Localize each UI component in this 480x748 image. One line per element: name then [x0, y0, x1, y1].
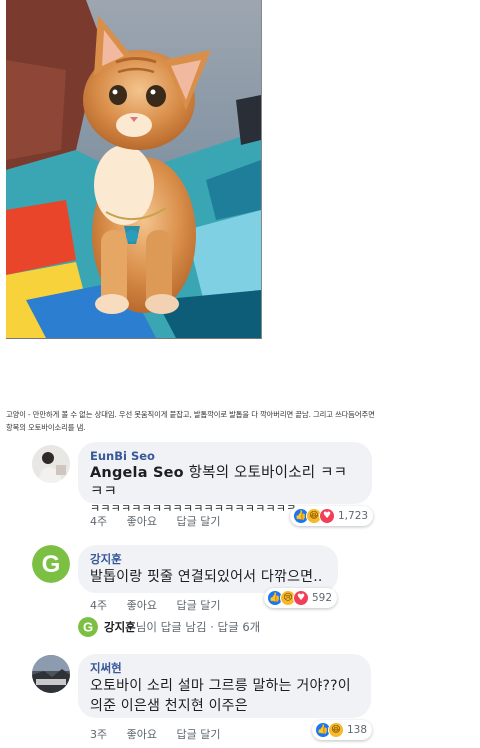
reaction-summary[interactable]: 👍 😆 ♥ 1,723: [290, 506, 374, 526]
comment-bubble: EunBi Seo Angela Seo 항복의 오토바이소리 ㅋㅋㅋㅋ ㅋㅋㅋ…: [78, 442, 372, 515]
comment-text: 오토바이 소리 설마 그르릉 말하는 거야??이: [90, 678, 351, 694]
reply-link[interactable]: 답글 달기: [177, 728, 221, 741]
comment-text: 발톱이랑 핏줄 연결되있어서 다깎으면..: [90, 569, 323, 585]
reaction-count: 1,723: [338, 510, 369, 522]
like-link[interactable]: 좋아요: [127, 599, 157, 612]
comment-author[interactable]: 지써현: [90, 661, 359, 676]
reply-avatar: G: [78, 617, 98, 637]
haha-reaction-icon: 😆: [328, 722, 344, 738]
love-reaction-icon: ♥: [293, 590, 309, 606]
svg-text:G: G: [83, 620, 93, 635]
comment-bubble: 지써현 오토바이 소리 설마 그르릉 말하는 거야??이 의준 이은샘 천지현 …: [78, 654, 371, 718]
avatar[interactable]: G: [32, 545, 70, 583]
reaction-count: 138: [347, 724, 368, 736]
reply-summary-text: 님이 답글 남김 · 답글 6개: [135, 620, 261, 634]
comment-actions: 4주 좋아요 답글 달기: [90, 597, 236, 613]
comment-bubble: 강지훈 발톱이랑 핏줄 연결되있어서 다깎으면..: [78, 545, 338, 593]
comment-time[interactable]: 4주: [90, 515, 107, 528]
reaction-summary[interactable]: 👍 😢 ♥ 592: [264, 588, 338, 608]
like-link[interactable]: 좋아요: [127, 515, 157, 528]
reply-author[interactable]: 강지훈: [104, 619, 136, 635]
post-caption: 고양이 - 만만하게 볼 수 없는 상대임. 우선 못움직이게 붙잡고, 발톱깍…: [6, 408, 476, 434]
reply-link[interactable]: 답글 달기: [177, 599, 221, 612]
avatar[interactable]: [32, 445, 70, 483]
comment-actions: 4주 좋아요 답글 달기: [90, 513, 236, 529]
cat-photo[interactable]: [6, 0, 262, 339]
comment-time[interactable]: 3주: [90, 728, 107, 741]
comment-time[interactable]: 4주: [90, 599, 107, 612]
comment-actions: 3주 좋아요 답글 달기: [90, 726, 236, 742]
tagged-user[interactable]: Angela Seo: [90, 465, 184, 481]
comment-author[interactable]: EunBi Seo: [90, 449, 360, 464]
like-link[interactable]: 좋아요: [127, 728, 157, 741]
svg-text:G: G: [42, 551, 61, 578]
reply-link[interactable]: 답글 달기: [177, 515, 221, 528]
comment-author[interactable]: 강지훈: [90, 552, 326, 567]
replies-summary[interactable]: G 강지훈 님이 답글 남김 · 답글 6개: [78, 617, 260, 637]
caption-line-1: 고양이 - 만만하게 볼 수 없는 상대임. 우선 못움직이게 붙잡고, 발톱깍…: [6, 410, 375, 419]
comment-text-line-2: 의준 이은샘 천지현 이주은: [90, 698, 248, 714]
reaction-summary[interactable]: 👍 😆 138: [312, 720, 373, 740]
caption-line-2: 항복의 오토바이소리를 냄.: [6, 423, 86, 432]
avatar[interactable]: [32, 655, 70, 693]
reaction-count: 592: [312, 592, 333, 604]
love-reaction-icon: ♥: [319, 508, 335, 524]
